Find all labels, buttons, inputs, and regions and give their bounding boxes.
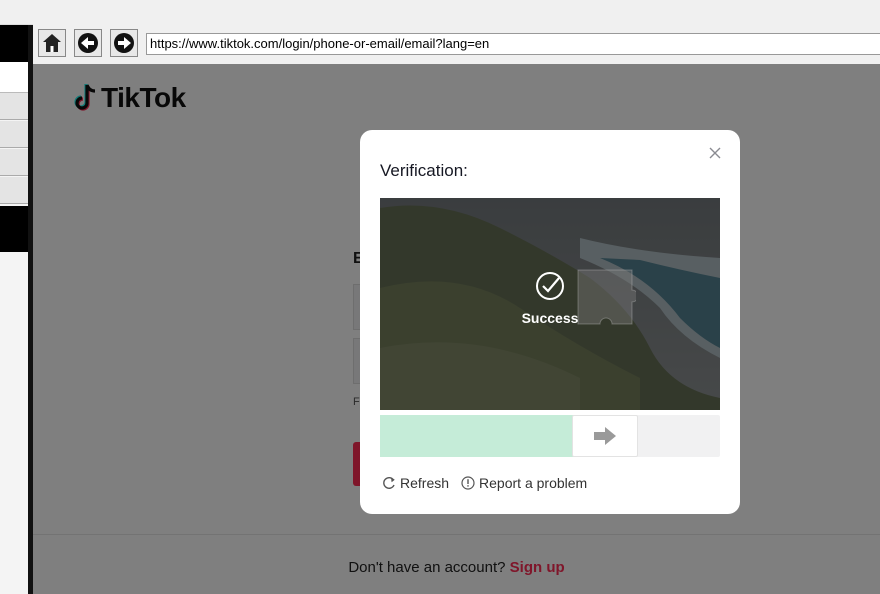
captcha-actions: Refresh Report a problem: [382, 475, 599, 491]
image-dim-overlay: [380, 198, 720, 410]
success-label: Success: [521, 310, 579, 326]
refresh-icon: [383, 476, 395, 489]
left-panel-row[interactable]: [0, 93, 28, 120]
back-icon: [78, 33, 98, 53]
report-problem-button[interactable]: Report a problem: [461, 475, 587, 491]
info-icon: [461, 476, 475, 490]
left-panel-row[interactable]: [0, 149, 28, 176]
home-icon: [43, 34, 61, 52]
address-bar[interactable]: https://www.tiktok.com/login/phone-or-em…: [146, 33, 880, 55]
forward-icon: [114, 33, 134, 53]
close-icon[interactable]: [708, 146, 722, 160]
left-panel-header: [0, 24, 28, 62]
left-panel-row[interactable]: [0, 121, 28, 148]
arrow-right-icon: [594, 427, 616, 445]
captcha-image: Success: [380, 198, 720, 410]
forward-button[interactable]: [110, 29, 138, 57]
back-button[interactable]: [74, 29, 102, 57]
left-side-panel: [0, 0, 30, 594]
home-button[interactable]: [38, 29, 66, 57]
success-check-icon: [536, 272, 564, 300]
left-panel-block: [0, 206, 28, 252]
window-top-strip: [0, 0, 880, 25]
browser-toolbar: https://www.tiktok.com/login/phone-or-em…: [33, 24, 880, 64]
left-panel-row[interactable]: [0, 177, 28, 204]
left-panel-field[interactable]: [0, 62, 28, 93]
slider-progress-fill: [380, 415, 574, 457]
report-problem-label: Report a problem: [479, 475, 588, 491]
slider-handle[interactable]: [572, 415, 638, 457]
modal-title: Verification:: [380, 161, 468, 180]
refresh-button[interactable]: Refresh: [382, 475, 449, 491]
refresh-label: Refresh: [400, 475, 450, 491]
captcha-slider[interactable]: [380, 415, 720, 457]
verification-modal: Verification: Success Refresh Report a p…: [360, 130, 740, 514]
